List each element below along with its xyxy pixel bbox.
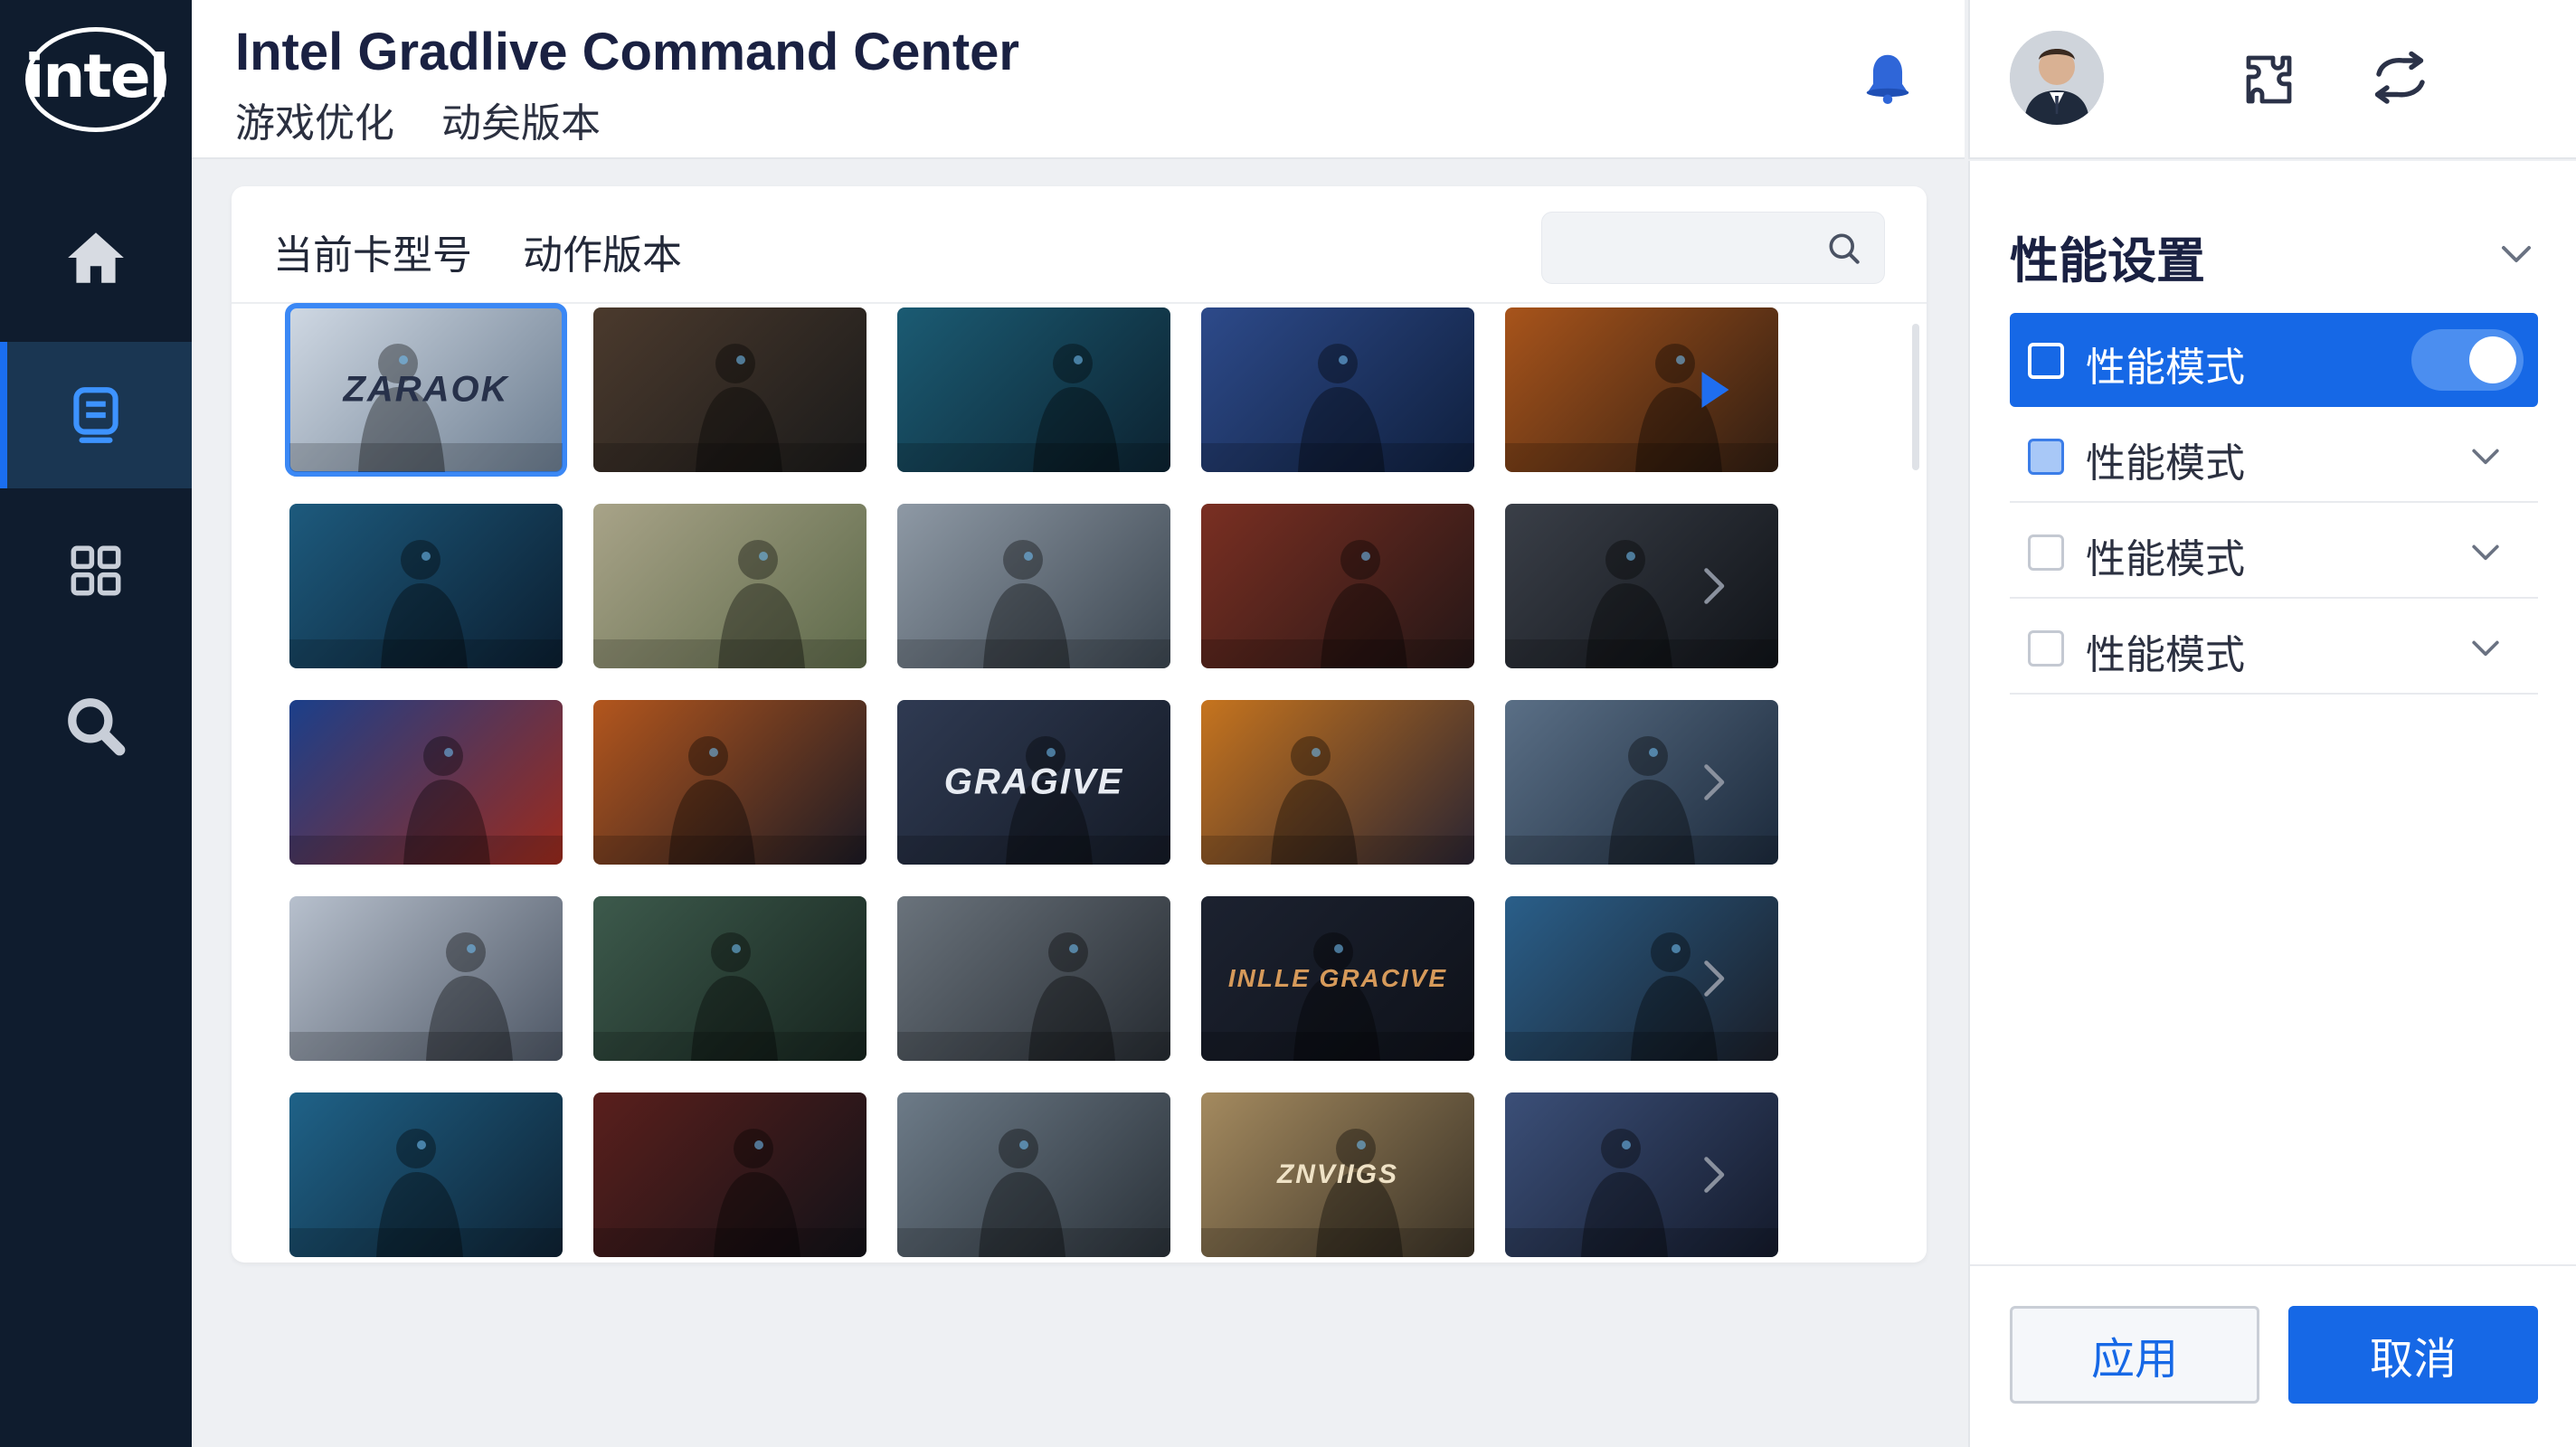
chevron-right-icon[interactable] (1686, 755, 1740, 809)
search-icon (68, 698, 126, 756)
game-artwork (897, 344, 1170, 472)
apply-button[interactable]: 应用 (2010, 1306, 2259, 1404)
play-next-icon[interactable] (1686, 363, 1740, 417)
logo-text: intel (24, 41, 170, 111)
game-tile[interactable] (289, 504, 563, 668)
game-tile[interactable]: GRAGIVE (897, 700, 1170, 865)
chevron-down-icon[interactable] (2466, 628, 2505, 667)
app-subtitle: 游戏优化 动矣版本 (235, 90, 601, 148)
tab-current-card-model[interactable]: 当前卡型号 (273, 222, 472, 280)
option-checkbox[interactable] (2028, 439, 2064, 475)
option-label: 性能模式 (2086, 536, 2245, 582)
nav-apps[interactable] (0, 497, 192, 644)
notification-bell-icon[interactable] (1856, 47, 1919, 110)
footer-divider (1970, 1264, 2576, 1266)
game-title-art: ZARAOK (343, 369, 509, 410)
game-title-art: GRAGIVE (943, 761, 1124, 802)
game-tile[interactable] (1201, 504, 1474, 668)
chevron-down-icon[interactable] (2466, 436, 2505, 476)
performance-toggle-switch[interactable] (2411, 329, 2524, 391)
game-tile[interactable] (897, 1092, 1170, 1257)
top-header: Intel Gradlive Command Center 游戏优化 动矣版本 (192, 0, 1965, 159)
search-icon[interactable] (1824, 229, 1864, 269)
game-artwork (897, 540, 1170, 668)
user-avatar[interactable] (2010, 31, 2104, 125)
option-performance-mode-4[interactable]: 性能模式 (2010, 601, 2538, 695)
game-tile[interactable] (897, 307, 1170, 472)
user-header (1968, 0, 2576, 159)
game-tile[interactable] (897, 896, 1170, 1061)
game-artwork (289, 540, 563, 668)
game-artwork (897, 1129, 1170, 1257)
game-tile[interactable] (897, 504, 1170, 668)
game-artwork (593, 1129, 867, 1257)
game-tile[interactable] (593, 700, 867, 865)
chevron-down-icon[interactable] (2466, 532, 2505, 572)
game-artwork (1201, 344, 1474, 472)
game-artwork (289, 1129, 563, 1257)
option-performance-mode-3[interactable]: 性能模式 (2010, 505, 2538, 599)
document-list-icon (73, 387, 118, 443)
game-artwork (593, 344, 867, 472)
chevron-down-icon[interactable] (2495, 232, 2538, 275)
game-artwork (1201, 736, 1474, 865)
game-tile[interactable] (1201, 700, 1474, 865)
puzzle-icon[interactable] (2238, 47, 2303, 112)
option-performance-mode-1[interactable]: 性能模式 (2010, 313, 2538, 407)
option-label: 性能模式 (2086, 632, 2245, 678)
game-tile[interactable]: ZARAOK (285, 303, 567, 477)
settings-title: 性能设置 (2010, 232, 2205, 289)
nav-library[interactable] (0, 342, 192, 488)
sidebar: intel (0, 0, 192, 1447)
game-artwork (593, 736, 867, 865)
game-tile[interactable] (289, 700, 563, 865)
panel-header: 当前卡型号 动作版本 (232, 186, 1927, 304)
game-artwork (897, 932, 1170, 1061)
game-tile[interactable] (289, 1092, 563, 1257)
game-artwork (593, 932, 867, 1061)
grid-scrollbar[interactable] (1912, 324, 1919, 470)
option-performance-mode-2[interactable]: 性能模式 (2010, 409, 2538, 503)
chevron-right-icon[interactable] (1686, 951, 1740, 1006)
game-tile[interactable]: INLLE GRACIVE (1201, 896, 1474, 1061)
chevron-right-icon[interactable] (1686, 559, 1740, 613)
game-artwork (289, 736, 563, 865)
nav-search[interactable] (0, 653, 192, 799)
game-tile[interactable] (593, 307, 867, 472)
game-artwork (593, 540, 867, 668)
chevron-right-icon[interactable] (1686, 1148, 1740, 1202)
game-title-art: ZNVIIGS (1276, 1159, 1398, 1189)
option-checkbox[interactable] (2028, 630, 2064, 667)
option-label: 性能模式 (2086, 440, 2245, 487)
game-tile[interactable] (593, 1092, 867, 1257)
search-box (1541, 212, 1885, 284)
option-label: 性能模式 (2086, 345, 2245, 391)
subtitle-item: 游戏优化 (235, 100, 394, 147)
nav-home[interactable] (0, 184, 192, 331)
tab-action-version[interactable]: 动作版本 (523, 222, 682, 280)
cancel-button[interactable]: 取消 (2288, 1306, 2538, 1404)
game-library-panel: 当前卡型号 动作版本 ZARAOK GRAGIVE INLLE GRACIVE ZNV… (232, 186, 1927, 1263)
app-title: Intel Gradlive Command Center (235, 23, 1019, 81)
game-tile[interactable] (593, 504, 867, 668)
game-artwork (1201, 540, 1474, 668)
option-checkbox[interactable] (2028, 534, 2064, 571)
sync-arrows-icon[interactable] (2368, 47, 2433, 112)
settings-panel: 性能设置 性能模式 性能模式 性能模式 性能模式 应用 取消 (1968, 161, 2576, 1447)
home-icon (68, 232, 124, 283)
subtitle-item: 动矣版本 (441, 100, 601, 147)
game-tile[interactable]: ZNVIIGS (1201, 1092, 1474, 1257)
game-tile[interactable] (593, 896, 867, 1061)
option-checkbox[interactable] (2028, 343, 2064, 379)
game-tile[interactable] (289, 896, 563, 1061)
game-artwork (289, 932, 563, 1061)
panel-tabs: 当前卡型号 动作版本 (273, 222, 682, 280)
grid-icon (71, 545, 121, 596)
game-tile[interactable] (1201, 307, 1474, 472)
intel-logo: intel (24, 27, 170, 132)
user-avatar-icon (2010, 31, 2104, 125)
game-title-art: INLLE GRACIVE (1227, 964, 1448, 992)
